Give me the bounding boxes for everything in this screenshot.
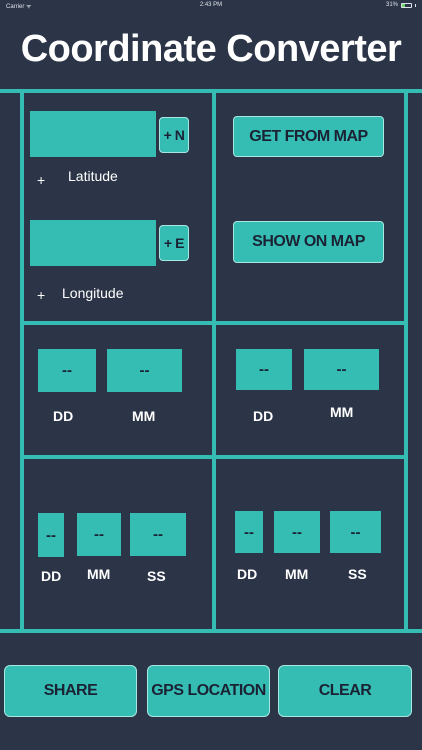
dms-lon-ss-label: SS: [348, 566, 367, 582]
page-title: Coordinate Converter: [20, 28, 402, 70]
battery-indicator: 31%: [386, 2, 416, 8]
dms-lat-mm-label: MM: [87, 566, 111, 582]
dms-lon-mm-value: --: [274, 511, 320, 553]
longitude-sign: +: [37, 287, 46, 303]
dms-lon-ss-value: --: [330, 511, 381, 553]
ddm-lon-mm-label: MM: [330, 404, 354, 420]
grid-divider: [404, 89, 408, 633]
dms-lon-dd-label: DD: [237, 566, 258, 582]
ddm-lon-dd-label: DD: [253, 408, 274, 424]
dms-lat-dd-value: --: [38, 513, 64, 557]
ddm-lat-dd-label: DD: [53, 408, 74, 424]
dms-lat-ss-value: --: [130, 513, 186, 556]
status-bar: Carrier ᯤ 2:43 PM 31%: [0, 0, 422, 12]
grid-divider: [0, 89, 422, 93]
dms-lat-mm-value: --: [77, 513, 121, 556]
dms-lon-mm-label: MM: [285, 566, 309, 582]
status-time: 2:43 PM: [199, 2, 223, 8]
share-button[interactable]: SHARE: [4, 665, 137, 717]
grid-divider: [212, 89, 216, 633]
longitude-label: Longitude: [62, 285, 124, 301]
grid-divider: [0, 629, 422, 633]
ddm-lat-mm-value: --: [107, 349, 182, 392]
longitude-input[interactable]: [30, 220, 156, 266]
longitude-hemisphere-button[interactable]: + E: [159, 225, 189, 261]
latitude-sign: +: [37, 172, 46, 188]
latitude-hemisphere-button[interactable]: + N: [159, 117, 189, 153]
ddm-lon-dd-value: --: [236, 349, 292, 390]
clear-button[interactable]: CLEAR: [278, 665, 412, 717]
show-on-map-button[interactable]: SHOW ON MAP: [233, 221, 384, 263]
ddm-lon-mm-value: --: [304, 349, 379, 390]
latitude-input[interactable]: [30, 111, 156, 157]
battery-icon: [401, 2, 412, 8]
battery-percent: 31%: [385, 2, 398, 8]
dms-lat-dd-label: DD: [41, 568, 62, 584]
dms-lat-ss-label: SS: [147, 568, 166, 584]
ddm-lat-dd-value: --: [38, 349, 96, 392]
latitude-label: Latitude: [68, 168, 118, 184]
get-from-map-button[interactable]: GET FROM MAP: [233, 116, 384, 157]
ddm-lat-mm-label: MM: [132, 408, 156, 424]
gps-location-button[interactable]: GPS LOCATION: [147, 665, 270, 717]
dms-lon-dd-value: --: [235, 511, 263, 553]
grid-divider: [20, 89, 24, 633]
